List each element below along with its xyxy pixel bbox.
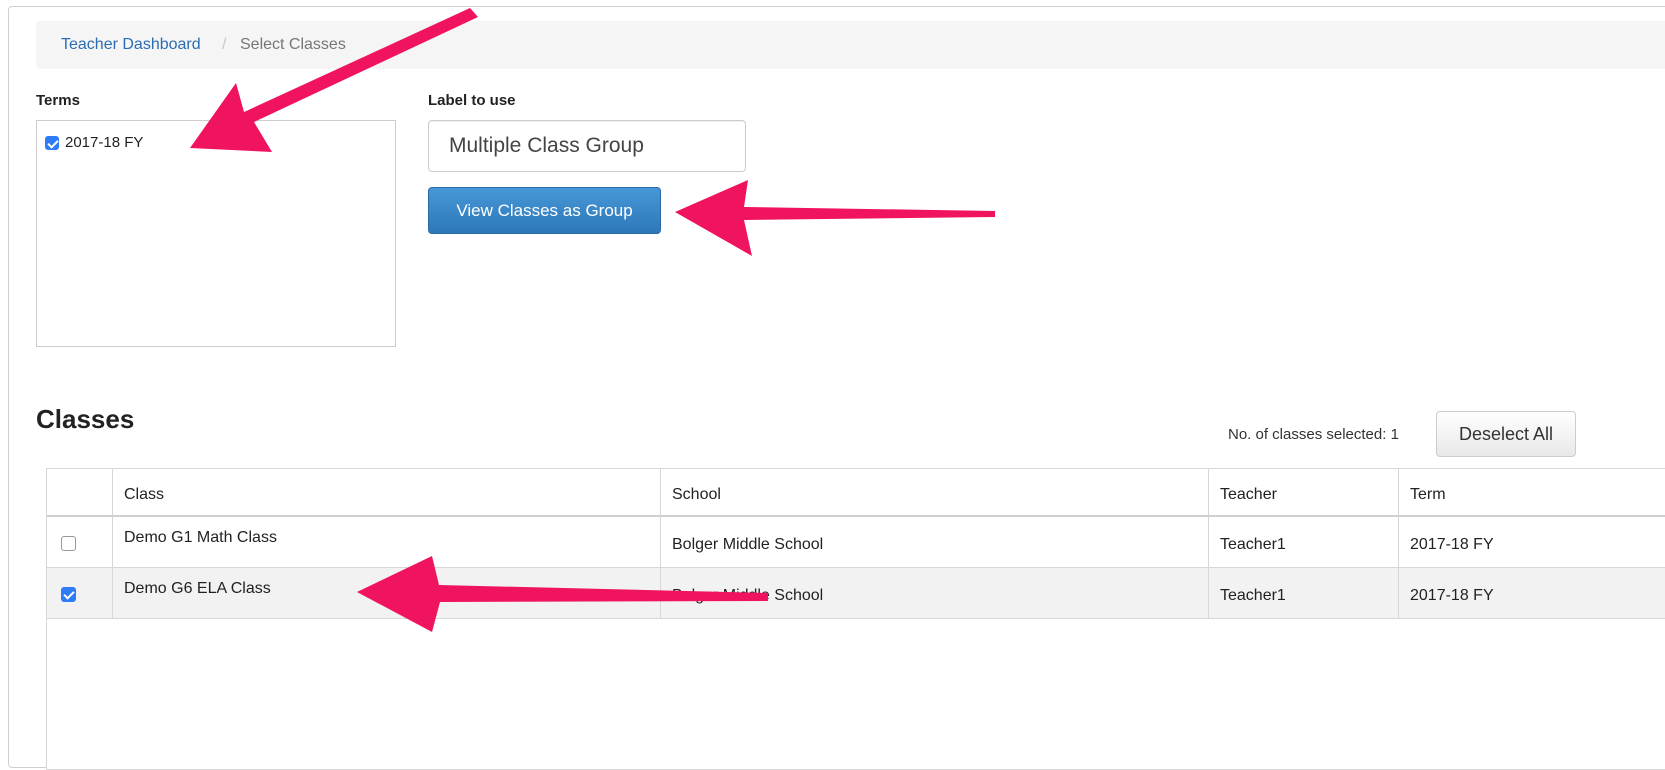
group-label-input[interactable] [428, 120, 746, 172]
term-checkbox[interactable] [45, 135, 59, 150]
terms-list[interactable]: 2017-18 FY [36, 120, 396, 347]
selected-count: No. of classes selected: 1 [1228, 426, 1399, 443]
row-checkbox[interactable] [61, 536, 76, 551]
table-header-row: Class School Teacher Term [47, 469, 1665, 517]
term-cell: 2017-18 FY [1410, 587, 1494, 604]
breadcrumb-current-page: Select Classes [240, 36, 346, 53]
breadcrumb-teacher-dashboard-link[interactable]: Teacher Dashboard [61, 21, 201, 69]
teacher-cell: Teacher1 [1209, 568, 1399, 618]
term-item[interactable]: 2017-18 FY [45, 134, 143, 151]
row-checkbox[interactable] [61, 587, 76, 602]
column-header-teacher[interactable]: Teacher [1209, 469, 1399, 515]
column-header-class[interactable]: Class [113, 469, 661, 515]
row-select-cell [47, 517, 113, 567]
select-column-header [47, 469, 113, 515]
breadcrumb: Teacher Dashboard / Select Classes [36, 21, 1665, 69]
class-cell: Demo G1 Math Class [113, 517, 661, 567]
view-classes-as-group-button[interactable]: View Classes as Group [428, 187, 661, 234]
term-cell: 2017-18 FY [1410, 536, 1494, 553]
table-row[interactable]: Demo G6 ELA Class Bolger Middle School T… [47, 568, 1665, 619]
column-header-school[interactable]: School [661, 469, 1209, 515]
table-row[interactable]: Demo G1 Math Class Bolger Middle School … [47, 517, 1665, 568]
column-header-term[interactable]: Term [1399, 469, 1665, 515]
label-to-use-label: Label to use [428, 92, 516, 109]
school-cell: Bolger Middle School [661, 568, 1209, 618]
term-item-label: 2017-18 FY [65, 134, 144, 151]
classes-table: Class School Teacher Term Demo G1 Math C… [46, 468, 1665, 770]
classes-heading: Classes [36, 404, 135, 434]
terms-label: Terms [36, 92, 80, 109]
row-select-cell [47, 568, 113, 618]
breadcrumb-separator: / [222, 36, 227, 53]
deselect-all-button[interactable]: Deselect All [1436, 411, 1576, 457]
class-cell: Demo G6 ELA Class [113, 568, 661, 618]
teacher-cell: Teacher1 [1209, 517, 1399, 567]
school-cell: Bolger Middle School [661, 517, 1209, 567]
